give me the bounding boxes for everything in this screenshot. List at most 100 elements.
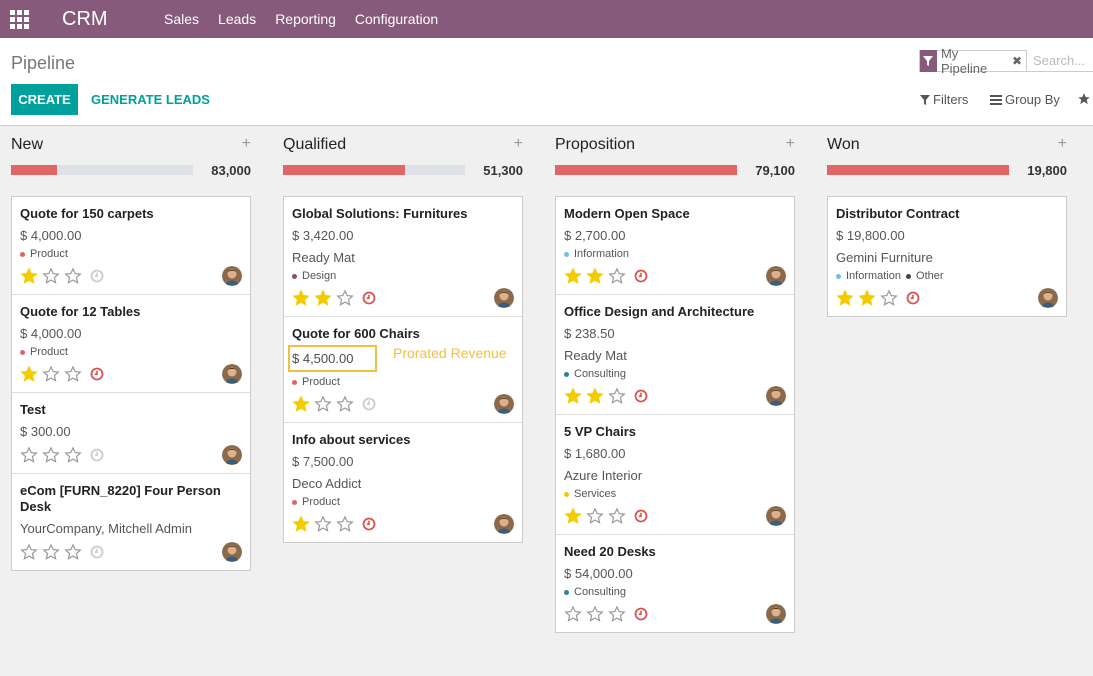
- remove-facet-icon[interactable]: ✖: [1012, 54, 1026, 68]
- priority-star-icon[interactable]: [586, 507, 604, 525]
- activity-clock-icon[interactable]: [90, 269, 104, 283]
- salesperson-avatar[interactable]: [494, 288, 514, 308]
- apps-menu-icon[interactable]: [0, 0, 38, 38]
- priority-star-icon[interactable]: [564, 507, 582, 525]
- priority-star-icon[interactable]: [608, 387, 626, 405]
- priority-star-icon[interactable]: [314, 515, 332, 533]
- priority-star-icon[interactable]: [20, 446, 38, 464]
- generate-leads-button[interactable]: GENERATE LEADS: [91, 84, 210, 115]
- priority-star-icon[interactable]: [564, 605, 582, 623]
- quick-create-icon[interactable]: +: [786, 135, 795, 153]
- salesperson-avatar[interactable]: [494, 394, 514, 414]
- priority-star-icon[interactable]: [564, 267, 582, 285]
- salesperson-avatar[interactable]: [222, 542, 242, 562]
- kanban-card[interactable]: Office Design and Architecture $ 238.50 Re…: [556, 295, 794, 415]
- column-title[interactable]: Qualified: [283, 136, 346, 154]
- priority-star-icon[interactable]: [64, 267, 82, 285]
- kanban-card[interactable]: Distributor Contract $ 19,800.00 Gemini Fu…: [828, 197, 1066, 316]
- activity-clock-icon[interactable]: [634, 607, 648, 621]
- salesperson-avatar[interactable]: [766, 386, 786, 406]
- priority-star-icon[interactable]: [292, 395, 310, 413]
- activity-clock-icon[interactable]: [906, 291, 920, 305]
- activity-clock-icon[interactable]: [634, 269, 648, 283]
- quick-create-icon[interactable]: +: [514, 135, 523, 153]
- quick-create-icon[interactable]: +: [242, 135, 251, 153]
- column-progress-bar[interactable]: [555, 165, 737, 175]
- priority-star-icon[interactable]: [608, 605, 626, 623]
- salesperson-avatar[interactable]: [766, 604, 786, 624]
- priority-star-icon[interactable]: [20, 267, 38, 285]
- kanban-card[interactable]: Modern Open Space $ 2,700.00 Information: [556, 197, 794, 295]
- activity-clock-icon[interactable]: [90, 367, 104, 381]
- tag-label: Other: [916, 270, 944, 282]
- kanban-card[interactable]: Need 20 Desks $ 54,000.00 Consulting: [556, 535, 794, 632]
- column-total: 79,100: [755, 163, 795, 178]
- priority-star-icon[interactable]: [608, 507, 626, 525]
- activity-clock-icon[interactable]: [634, 509, 648, 523]
- priority-star-icon[interactable]: [586, 605, 604, 623]
- activity-clock-icon[interactable]: [362, 517, 376, 531]
- priority-star-icon[interactable]: [608, 267, 626, 285]
- activity-clock-icon[interactable]: [90, 448, 104, 462]
- priority-star-icon[interactable]: [292, 515, 310, 533]
- kanban-card[interactable]: Global Solutions: Furnitures $ 3,420.00 Re…: [284, 197, 522, 317]
- filters-button[interactable]: Filters: [920, 92, 968, 107]
- salesperson-avatar[interactable]: [222, 364, 242, 384]
- menu-item-leads[interactable]: Leads: [218, 11, 256, 27]
- menu-item-sales[interactable]: Sales: [164, 11, 199, 27]
- create-button[interactable]: CREATE: [11, 84, 78, 115]
- priority-star-icon[interactable]: [336, 289, 354, 307]
- priority-star-icon[interactable]: [586, 387, 604, 405]
- priority-star-icon[interactable]: [586, 267, 604, 285]
- priority-star-icon[interactable]: [292, 289, 310, 307]
- priority-star-icon[interactable]: [64, 365, 82, 383]
- priority-star-icon[interactable]: [880, 289, 898, 307]
- salesperson-avatar[interactable]: [222, 266, 242, 286]
- column-title[interactable]: Won: [827, 136, 860, 154]
- column-progress-bar[interactable]: [283, 165, 465, 175]
- salesperson-avatar[interactable]: [766, 266, 786, 286]
- quick-create-icon[interactable]: +: [1058, 135, 1067, 153]
- salesperson-avatar[interactable]: [494, 514, 514, 534]
- search-input[interactable]: [1033, 53, 1093, 68]
- priority-star-icon[interactable]: [20, 365, 38, 383]
- priority-star-icon[interactable]: [42, 267, 60, 285]
- priority-star-icon[interactable]: [314, 289, 332, 307]
- menu-item-configuration[interactable]: Configuration: [355, 11, 438, 27]
- priority-star-icon[interactable]: [42, 446, 60, 464]
- salesperson-avatar[interactable]: [222, 445, 242, 465]
- priority-star-icon[interactable]: [314, 395, 332, 413]
- priority-star-icon[interactable]: [42, 365, 60, 383]
- activity-clock-icon[interactable]: [362, 291, 376, 305]
- kanban-card[interactable]: Quote for 600 Chairs $ 4,500.00 Prorated R…: [284, 317, 522, 423]
- kanban-card[interactable]: Test $ 300.00: [12, 393, 250, 474]
- salesperson-avatar[interactable]: [766, 506, 786, 526]
- kanban-card[interactable]: Quote for 150 carpets $ 4,000.00 Product: [12, 197, 250, 295]
- column-title[interactable]: Proposition: [555, 136, 635, 154]
- card-amount: $ 238.50: [564, 326, 615, 341]
- salesperson-avatar[interactable]: [1038, 288, 1058, 308]
- column-progress-bar[interactable]: [11, 165, 193, 175]
- priority-star-icon[interactable]: [336, 395, 354, 413]
- priority-star-icon[interactable]: [64, 543, 82, 561]
- app-brand[interactable]: CRM: [62, 8, 142, 31]
- activity-clock-icon[interactable]: [362, 397, 376, 411]
- menu-item-reporting[interactable]: Reporting: [275, 11, 336, 27]
- activity-clock-icon[interactable]: [634, 389, 648, 403]
- column-progress-bar[interactable]: [827, 165, 1009, 175]
- priority-star-icon[interactable]: [64, 446, 82, 464]
- kanban-card[interactable]: Info about services $ 7,500.00 Deco Addict…: [284, 423, 522, 542]
- column-title[interactable]: New: [11, 136, 43, 154]
- kanban-card[interactable]: eCom [FURN_8220] Four Person Desk YourCom…: [12, 474, 250, 570]
- favorites-button[interactable]: [1077, 92, 1093, 106]
- activity-clock-icon[interactable]: [90, 545, 104, 559]
- priority-star-icon[interactable]: [858, 289, 876, 307]
- priority-star-icon[interactable]: [836, 289, 854, 307]
- groupby-button[interactable]: Group By: [990, 92, 1060, 107]
- priority-star-icon[interactable]: [42, 543, 60, 561]
- priority-star-icon[interactable]: [336, 515, 354, 533]
- priority-star-icon[interactable]: [20, 543, 38, 561]
- kanban-card[interactable]: Quote for 12 Tables $ 4,000.00 Product: [12, 295, 250, 393]
- kanban-card[interactable]: 5 VP Chairs $ 1,680.00 Azure Interior Servi…: [556, 415, 794, 535]
- priority-star-icon[interactable]: [564, 387, 582, 405]
